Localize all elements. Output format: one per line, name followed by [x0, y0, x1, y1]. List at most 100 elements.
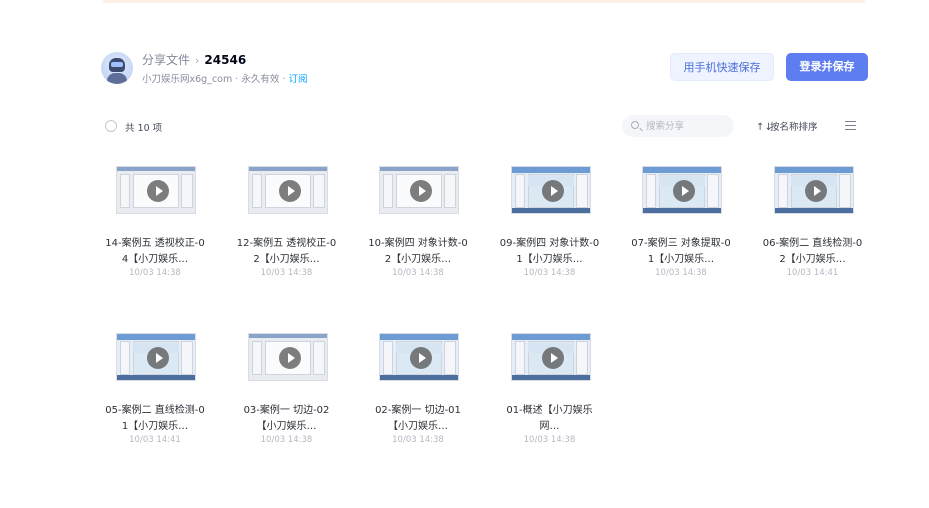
thumbnail-strip-shape — [380, 375, 458, 380]
file-name[interactable]: 05-案例二 直线检测-01【小刀娱乐… — [105, 403, 205, 435]
play-icon[interactable] — [147, 347, 169, 369]
file-item[interactable]: 02-案例一 切边-01【小刀娱乐… 10/03 14:38 — [368, 327, 468, 457]
thumbnail-side-shape — [251, 174, 262, 208]
file-date: 10/03 14:38 — [260, 268, 313, 278]
thumbnail-bar-shape — [117, 334, 195, 340]
top-notice-strip — [103, 0, 865, 3]
share-header: 分享文件 › 24546 小刀娱乐网x6g_com · 永久有效 · 订阅 用手机快… — [101, 50, 868, 88]
file-date: 10/03 14:38 — [392, 435, 444, 445]
file-name[interactable]: 01-概述【小刀娱乐网… — [500, 403, 600, 435]
thumbnail-side-shape — [777, 174, 788, 208]
file-name[interactable]: 12-案例五 透视校正-02【小刀娱乐… — [237, 236, 337, 268]
play-icon[interactable] — [278, 347, 301, 369]
file-name[interactable]: 06-案例二 直线检测-02【小刀娱乐… — [763, 236, 863, 268]
play-icon[interactable] — [410, 180, 432, 202]
file-toolbar: 共 10 项 ↑↓按名称排序 — [105, 115, 860, 137]
video-thumbnail[interactable] — [510, 333, 591, 381]
file-date: 10/03 14:38 — [523, 435, 576, 445]
thumbnail-right-shape — [838, 174, 851, 208]
file-date: 10/03 14:38 — [655, 268, 707, 278]
file-date: 10/03 14:38 — [129, 268, 181, 278]
file-date: 10/03 14:41 — [786, 268, 839, 278]
share-meta: 小刀娱乐网x6g_com · 永久有效 · 订阅 — [142, 71, 307, 85]
thumbnail-side-shape — [514, 341, 525, 375]
file-date: 10/03 14:38 — [260, 435, 313, 445]
play-icon[interactable] — [804, 180, 827, 202]
thumbnail-right-shape — [444, 174, 456, 208]
thumbnail-right-shape — [181, 341, 193, 375]
play-icon[interactable] — [147, 180, 169, 202]
item-count: 共 10 项 — [125, 123, 163, 134]
thumbnail-side-shape — [251, 341, 262, 375]
search-icon — [631, 121, 639, 129]
file-item[interactable]: 01-概述【小刀娱乐网… 10/03 14:38 — [500, 327, 600, 457]
file-name[interactable]: 02-案例一 切边-01【小刀娱乐… — [368, 403, 468, 435]
login-save-button[interactable]: 登录并保存 — [786, 53, 868, 81]
select-all-checkbox[interactable] — [105, 120, 117, 132]
play-icon[interactable] — [541, 347, 564, 369]
owner-name: 小刀娱乐网x6g_com — [142, 74, 233, 85]
thumbnail-side-shape — [120, 174, 130, 208]
thumbnail-right-shape — [312, 341, 325, 375]
thumbnail-bar-shape — [117, 167, 195, 171]
file-item[interactable]: 14-案例五 透视校正-04【小刀娱乐… 10/03 14:38 — [105, 160, 205, 290]
thumbnail-strip-shape — [117, 375, 195, 380]
video-thumbnail[interactable] — [247, 333, 328, 381]
search-input[interactable] — [646, 118, 728, 134]
thumbnail-right-shape — [575, 341, 588, 375]
sort-button[interactable]: ↑↓按名称排序 — [756, 119, 818, 133]
file-name[interactable]: 10-案例四 对象计数-02【小刀娱乐… — [368, 236, 468, 268]
play-icon[interactable] — [673, 180, 695, 202]
play-icon[interactable] — [278, 180, 301, 202]
video-thumbnail[interactable] — [510, 166, 591, 214]
avatar — [101, 52, 133, 84]
thumbnail-right-shape — [444, 341, 456, 375]
subscribe-link[interactable]: 订阅 — [288, 74, 307, 85]
thumbnail-strip-shape — [643, 208, 721, 213]
video-thumbnail[interactable] — [642, 166, 722, 214]
file-item[interactable]: 03-案例一 切边-02【小刀娱乐… 10/03 14:38 — [237, 327, 337, 457]
file-item[interactable]: 07-案例三 对象提取-01【小刀娱乐… 10/03 14:38 — [631, 160, 731, 290]
file-name[interactable]: 07-案例三 对象提取-01【小刀娱乐… — [631, 236, 731, 268]
avatar-body-shape — [107, 73, 127, 84]
file-name[interactable]: 03-案例一 切边-02【小刀娱乐… — [237, 403, 337, 435]
file-name[interactable]: 09-案例四 对象计数-01【小刀娱乐… — [500, 236, 600, 268]
video-thumbnail[interactable] — [773, 166, 854, 214]
play-icon[interactable] — [410, 347, 432, 369]
thumbnail-side-shape — [514, 174, 525, 208]
video-thumbnail[interactable] — [116, 333, 196, 381]
video-thumbnail[interactable] — [379, 166, 459, 214]
file-item[interactable]: 05-案例二 直线检测-01【小刀娱乐… 10/03 14:41 — [105, 327, 205, 457]
folder-name: 24546 — [204, 53, 247, 67]
thumbnail-side-shape — [383, 341, 393, 375]
thumbnail-right-shape — [575, 174, 588, 208]
share-title: 分享文件 › 24546 — [142, 51, 246, 68]
phone-save-button[interactable]: 用手机快速保存 — [670, 53, 774, 81]
meta-dot: · — [235, 74, 239, 85]
search-box[interactable] — [622, 115, 734, 137]
list-view-menu-icon[interactable] — [845, 121, 856, 131]
file-item[interactable]: 10-案例四 对象计数-02【小刀娱乐… 10/03 14:38 — [368, 160, 468, 290]
thumbnail-right-shape — [312, 174, 325, 208]
file-date: 10/03 14:38 — [523, 268, 576, 278]
file-name[interactable]: 14-案例五 透视校正-04【小刀娱乐… — [105, 236, 205, 268]
video-thumbnail[interactable] — [247, 166, 328, 214]
thumbnail-bar-shape — [511, 334, 590, 340]
file-date: 10/03 14:41 — [129, 435, 181, 445]
thumbnail-side-shape — [383, 174, 393, 208]
video-thumbnail[interactable] — [116, 166, 196, 214]
thumbnail-side-shape — [120, 341, 130, 375]
file-item[interactable]: 12-案例五 透视校正-02【小刀娱乐… 10/03 14:38 — [237, 160, 337, 290]
file-item[interactable]: 09-案例四 对象计数-01【小刀娱乐… 10/03 14:38 — [500, 160, 600, 290]
sort-icon: ↑↓ — [756, 122, 773, 133]
thumbnail-right-shape — [181, 174, 193, 208]
video-thumbnail[interactable] — [379, 333, 459, 381]
file-item[interactable]: 06-案例二 直线检测-02【小刀娱乐… 10/03 14:41 — [763, 160, 863, 290]
thumbnail-side-shape — [646, 174, 656, 208]
thumbnail-bar-shape — [643, 167, 721, 173]
thumbnail-bar-shape — [774, 167, 853, 173]
thumbnail-strip-shape — [511, 208, 590, 213]
sort-label: 按名称排序 — [770, 122, 818, 133]
thumbnail-bar-shape — [380, 334, 458, 340]
play-icon[interactable] — [541, 180, 564, 202]
